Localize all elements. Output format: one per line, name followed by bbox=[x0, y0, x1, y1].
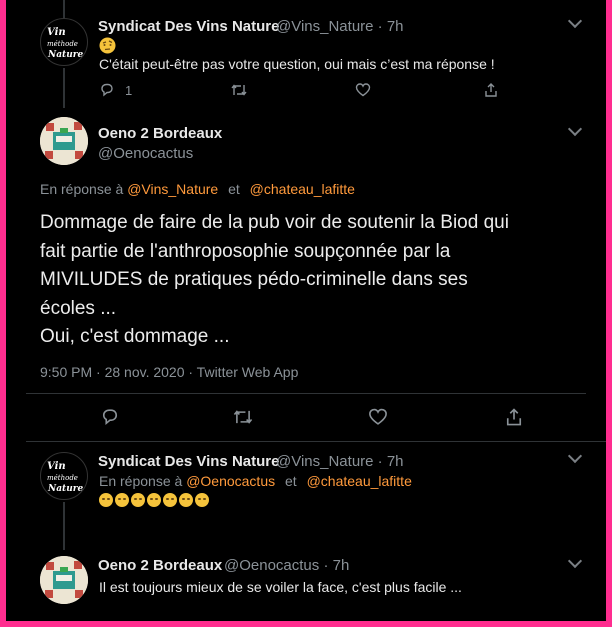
mention-link[interactable]: @Oenocactus bbox=[186, 473, 275, 489]
thread-line bbox=[63, 502, 65, 550]
avatar[interactable] bbox=[40, 117, 88, 165]
emoji-row bbox=[99, 492, 211, 510]
thread-line bbox=[63, 68, 65, 108]
retweet-icon bbox=[233, 410, 253, 424]
share-button[interactable] bbox=[504, 407, 524, 427]
more-options-chevron-icon[interactable] bbox=[567, 553, 583, 569]
author-handle[interactable]: @Oenocactus · 7h bbox=[224, 557, 349, 574]
reply-prefix: En réponse à bbox=[40, 181, 124, 197]
more-options-chevron-icon[interactable] bbox=[567, 448, 583, 464]
tweet-time[interactable]: · 7h bbox=[323, 557, 349, 574]
reply-button[interactable]: 1 bbox=[99, 82, 132, 98]
tweet-meta[interactable]: 9:50 PM · 28 nov. 2020 · Twitter Web App bbox=[40, 364, 298, 380]
tweet-time[interactable]: · 7h bbox=[378, 453, 404, 470]
svg-text:Vin: Vin bbox=[47, 461, 66, 472]
avatar[interactable] bbox=[40, 556, 88, 604]
tweet-text: C'était peut-être pas votre question, ou… bbox=[99, 56, 495, 72]
reply-count: 1 bbox=[125, 82, 133, 98]
svg-text:méthode: méthode bbox=[47, 40, 78, 48]
reply-and: et bbox=[285, 473, 297, 489]
svg-text:Nature: Nature bbox=[47, 50, 84, 60]
divider bbox=[26, 441, 606, 442]
reply-button[interactable] bbox=[100, 407, 120, 427]
author-handle[interactable]: @Vins_Nature · 7h bbox=[276, 453, 404, 470]
mention-link[interactable]: @chateau_lafitte bbox=[307, 473, 412, 489]
retweet-button[interactable] bbox=[232, 407, 254, 427]
sleeping-face-icon bbox=[99, 493, 113, 507]
sleeping-face-icon bbox=[163, 493, 177, 507]
author-name[interactable]: Oeno 2 Bordeaux bbox=[98, 125, 222, 142]
thread-line bbox=[63, 0, 65, 20]
author-name[interactable]: Syndicat Des Vins Nature bbox=[98, 453, 279, 470]
tweet-text-line: fait partie de l'anthroposophie soupçonn… bbox=[40, 240, 451, 262]
author-handle-text[interactable]: @Oenocactus bbox=[224, 557, 319, 574]
share-button[interactable] bbox=[483, 82, 499, 98]
share-icon bbox=[485, 83, 497, 97]
sleeping-face-icon bbox=[179, 493, 193, 507]
author-handle[interactable]: @Vins_Nature · 7h bbox=[276, 18, 404, 35]
more-options-chevron-icon[interactable] bbox=[567, 13, 583, 29]
svg-text:Nature: Nature bbox=[47, 484, 84, 494]
tweet-time[interactable]: · 7h bbox=[378, 18, 404, 35]
tweet-text-line: Dommage de faire de la pub voir de soute… bbox=[40, 212, 509, 233]
retweet-icon bbox=[231, 84, 247, 96]
reply-icon bbox=[101, 83, 113, 97]
main-tweet-text: Dommage de faire de la pub voir de soute… bbox=[40, 209, 509, 352]
author-name[interactable]: Syndicat Des Vins Nature bbox=[98, 18, 279, 35]
oeno-cactus-logo bbox=[40, 556, 88, 604]
tweet-text-line: MIVILUDES de pratiques pédo-criminelle d… bbox=[40, 269, 468, 290]
oeno-cactus-logo bbox=[40, 117, 88, 165]
sleeping-face-icon bbox=[131, 493, 145, 507]
svg-text:méthode: méthode bbox=[47, 474, 78, 482]
sleeping-face-icon bbox=[115, 493, 129, 507]
retweet-button[interactable] bbox=[230, 82, 248, 98]
timeline-frame: Vin méthode Nature Syndicat Des Vins Nat… bbox=[6, 0, 606, 621]
author-name[interactable]: Oeno 2 Bordeaux bbox=[98, 557, 222, 574]
share-icon bbox=[506, 408, 522, 426]
author-handle-text[interactable]: @Vins_Nature bbox=[276, 453, 374, 470]
heart-icon bbox=[369, 408, 387, 425]
mention-link[interactable]: @chateau_lafitte bbox=[250, 181, 355, 197]
like-button[interactable] bbox=[355, 82, 371, 98]
reply-and: et bbox=[228, 181, 240, 197]
author-handle-text[interactable]: @Vins_Nature bbox=[276, 18, 374, 35]
tweet-text-line: Oui, c'est dommage ... bbox=[40, 326, 230, 347]
svg-text:Vin: Vin bbox=[47, 27, 66, 38]
avatar[interactable]: Vin méthode Nature bbox=[40, 452, 88, 500]
divider bbox=[26, 393, 586, 394]
like-button[interactable] bbox=[368, 407, 388, 427]
more-options-chevron-icon[interactable] bbox=[567, 121, 583, 137]
reply-context: En réponse à @Vins_Nature et @chateau_la… bbox=[40, 181, 355, 197]
mention-link[interactable]: @Vins_Nature bbox=[127, 181, 218, 197]
tweet-text-line: écoles ... bbox=[40, 297, 117, 319]
sleeping-face-icon bbox=[147, 493, 161, 507]
reply-icon bbox=[102, 409, 118, 425]
heart-icon bbox=[355, 83, 371, 97]
avatar[interactable]: Vin méthode Nature bbox=[40, 18, 88, 66]
vins-nature-logo: Vin méthode Nature bbox=[47, 27, 84, 60]
sleeping-face-icon bbox=[195, 493, 209, 507]
reply-context: En réponse à @Oenocactus et @chateau_laf… bbox=[99, 473, 412, 489]
reply-prefix: En réponse à bbox=[99, 473, 183, 489]
vins-nature-logo: Vin méthode Nature bbox=[47, 461, 84, 494]
tweet-text: Il est toujours mieux de se voiler la fa… bbox=[99, 579, 462, 595]
author-handle[interactable]: @Oenocactus bbox=[98, 145, 193, 162]
